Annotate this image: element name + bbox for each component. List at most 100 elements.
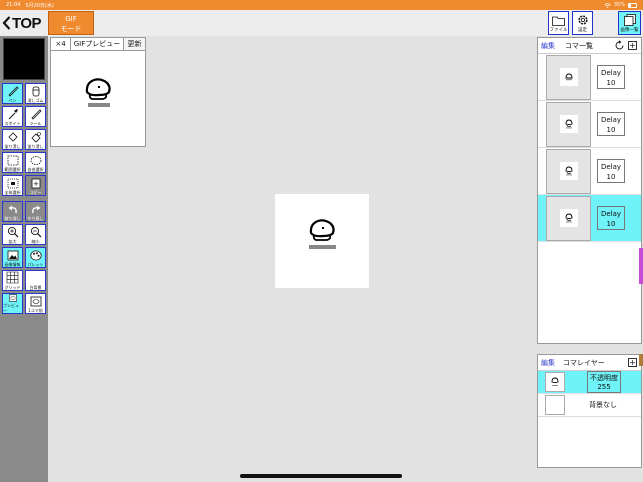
preview-scale-button[interactable]: ×4	[51, 38, 71, 50]
fill-tool[interactable]: 塗り潰し	[2, 129, 23, 150]
settings-button[interactable]: 設定	[572, 11, 593, 35]
sprite-thumb-icon	[565, 213, 572, 223]
delay-value: 10	[606, 126, 616, 134]
layers-panel-header: 編集 コマレイヤー +	[538, 355, 641, 371]
zoom-out-label: 縮小	[31, 239, 40, 244]
tool-palette: ペン 消しゴム スポイト ツール 塗り潰し 塗り潰し 範囲選択 自由選択 全体選…	[0, 36, 48, 482]
preview-button[interactable]: プレビュー	[2, 293, 23, 314]
delay-value: 10	[606, 173, 616, 181]
paint-bucket-icon	[7, 132, 18, 142]
frame-thumbnail	[546, 148, 591, 194]
status-date: 5月20日(水)	[25, 2, 54, 9]
redo-button[interactable]: やり直し	[25, 201, 46, 222]
zoom-in-button[interactable]: 拡大	[2, 224, 23, 245]
opacity-value: 255	[597, 383, 611, 391]
background-toggle[interactable]: 白背景	[25, 270, 46, 291]
eyedropper-tool[interactable]: スポイト	[2, 106, 23, 127]
tool-label: ツール	[29, 121, 42, 126]
delay-value: 10	[606, 220, 616, 228]
image-info-button[interactable]: 画像情報	[2, 247, 23, 268]
file-label: ファイル	[549, 28, 568, 33]
undo-button[interactable]: 取り消し	[2, 201, 23, 222]
add-frame-button[interactable]: +	[628, 41, 637, 50]
back-to-top-button[interactable]: TOP	[2, 13, 46, 33]
mode-label-2: モード	[60, 25, 82, 33]
grid-label: グリッド	[4, 285, 21, 290]
frames-title: コマ一覧	[565, 41, 593, 50]
delay-label: Delay	[600, 69, 622, 77]
color-strip	[639, 354, 643, 366]
drawing-canvas[interactable]	[275, 194, 369, 288]
frame-row[interactable]: Delay 10	[538, 101, 641, 148]
frame-row[interactable]: Delay 10	[538, 148, 641, 195]
layer-label: 背景なし	[589, 400, 617, 409]
gif-preview-title: GIFプレビュー	[73, 40, 121, 48]
undo-icon	[8, 205, 17, 214]
pencil-icon	[7, 86, 19, 97]
back-label: TOP	[12, 14, 42, 32]
image-info-icon	[7, 250, 18, 261]
eraser-icon	[32, 86, 39, 97]
palette-button[interactable]: パレット	[25, 247, 46, 268]
canvas-thumbnail[interactable]	[3, 38, 45, 80]
frame-delay[interactable]: Delay 10	[597, 159, 625, 183]
frame-delay[interactable]: Delay 10	[597, 112, 625, 136]
frames-panel: 編集 コマ一覧 + Delay 10 Delay 10 Delay 10 Delay 1…	[537, 37, 642, 344]
frame-row-selected[interactable]: Delay 10	[538, 195, 641, 242]
gif-preview-panel: ×4 GIFプレビュー 更新	[50, 37, 146, 147]
tool-settings[interactable]: ツール	[25, 106, 46, 127]
frame-delay[interactable]: Delay 10	[597, 206, 625, 230]
rect-select-icon	[7, 155, 18, 166]
opacity-control[interactable]: 不透明度 255	[587, 371, 621, 393]
frames-panel-header: 編集 コマ一覧 +	[538, 38, 641, 54]
delay-label: Delay	[600, 210, 622, 218]
mode-label-1: GIF	[65, 15, 77, 23]
palette-icon	[29, 250, 42, 261]
grid-icon	[6, 271, 19, 284]
battery-icon	[628, 2, 637, 8]
lasso-icon	[30, 156, 41, 165]
delay-label: Delay	[600, 163, 622, 171]
paint-bucket-icon	[30, 132, 41, 143]
frame-thumbnail	[546, 195, 591, 241]
rotate-icon[interactable]	[614, 40, 625, 51]
onion-skin-button[interactable]: 1コマ前	[25, 293, 46, 314]
image-info-label: 画像情報	[4, 262, 21, 267]
select-all-tool[interactable]: 全体選択	[2, 175, 23, 196]
eyedropper-icon	[8, 109, 18, 120]
zoom-in-label: 拡大	[8, 239, 17, 244]
background-label: 白背景	[29, 285, 42, 290]
canvas-sprite	[309, 219, 336, 249]
gif-mode-button[interactable]: GIF モード	[48, 11, 94, 35]
grid-toggle[interactable]: グリッド	[2, 270, 23, 291]
layer-row-selected[interactable]: 不透明度 255	[538, 371, 641, 394]
layer-thumbnail	[545, 372, 565, 392]
rect-select-tool[interactable]: 範囲選択	[2, 152, 23, 173]
frame-row[interactable]: Delay 10	[538, 54, 641, 101]
frames-edit-button[interactable]: 編集	[541, 41, 555, 51]
zoom-out-button[interactable]: 縮小	[25, 224, 46, 245]
status-bar: 21:04 5月20日(水) 35%	[0, 0, 643, 10]
fill-tool-alt[interactable]: 塗り潰し	[25, 129, 46, 150]
add-layer-button[interactable]: +	[628, 358, 637, 367]
undo-label: 取り消し	[4, 216, 21, 221]
layer-row[interactable]: 背景なし	[538, 394, 641, 417]
layers-edit-button[interactable]: 編集	[541, 358, 555, 368]
pen-tool[interactable]: ペン	[2, 83, 23, 104]
sprite-thumb-icon	[551, 377, 559, 386]
fill-label: 塗り潰し	[4, 144, 21, 149]
select-all-label: 全体選択	[4, 190, 21, 195]
refresh-button[interactable]: 更新	[123, 38, 145, 50]
rect-select-label: 範囲選択	[4, 167, 21, 172]
status-time: 21:04	[6, 1, 21, 8]
onion-skin-icon	[30, 296, 41, 307]
frame-thumbnail	[546, 54, 591, 100]
delay-value: 10	[606, 79, 616, 87]
chevron-left-icon	[2, 16, 11, 30]
free-select-tool[interactable]: 自由選択	[25, 152, 46, 173]
frame-list-button[interactable]: 画像一覧	[618, 11, 641, 35]
frame-delay[interactable]: Delay 10	[597, 65, 625, 89]
copy-tool[interactable]: + コピー	[25, 175, 46, 196]
file-button[interactable]: ファイル	[548, 11, 569, 35]
eraser-tool[interactable]: 消しゴム	[25, 83, 46, 104]
